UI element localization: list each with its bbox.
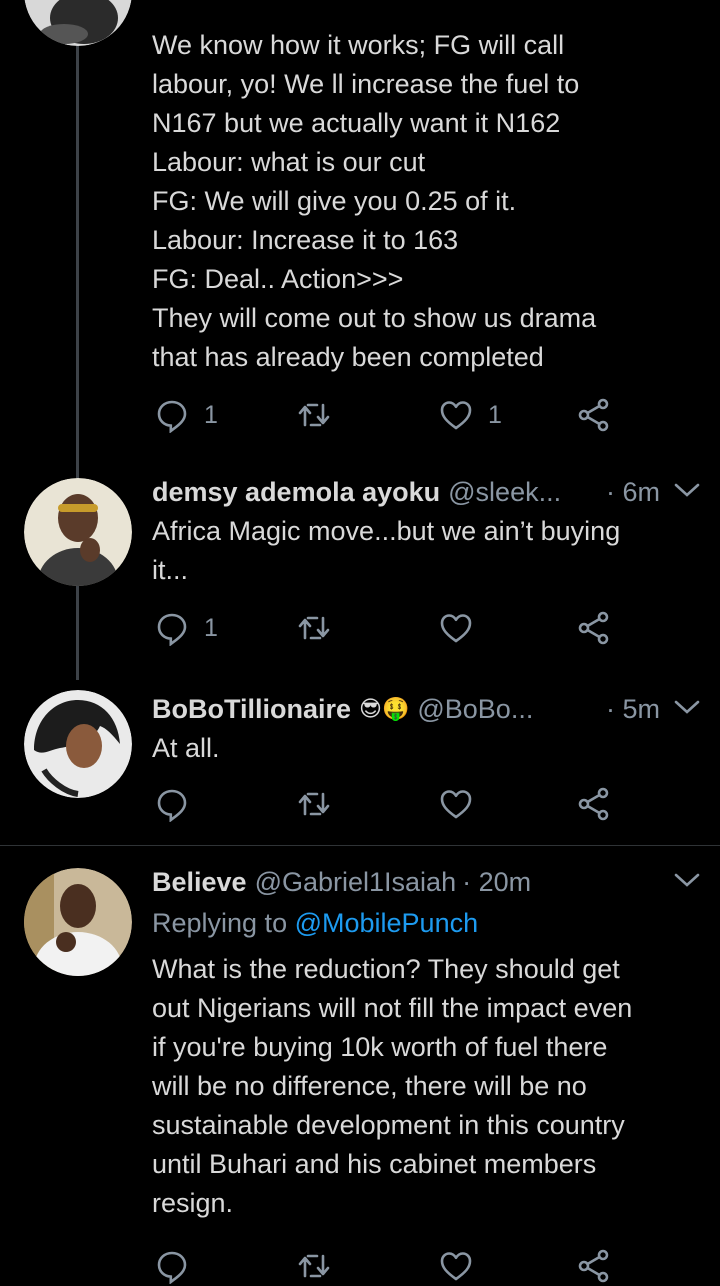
reply-icon [157,789,187,822]
reply-button[interactable]: 1 [154,608,218,648]
retweet-button[interactable] [296,395,332,435]
like-icon [440,401,472,430]
tweet-header: BoBoTillionaire 😎🤑 @BoBo... · 5m [152,689,700,729]
share-icon [578,398,609,432]
share-icon [578,787,609,821]
avatar[interactable] [24,868,132,976]
timestamp[interactable]: · 20m [462,867,531,898]
retweet-icon [298,792,330,816]
tweet-actions [152,1246,622,1286]
share-icon [578,611,609,645]
like-button[interactable] [438,608,474,648]
share-button[interactable] [576,608,612,648]
user-handle[interactable]: @Gabriel1Isaiah [255,867,457,898]
share-button[interactable] [576,784,612,824]
share-button[interactable] [576,395,612,435]
tweet-text: We know how it works; FG will call labou… [152,30,597,372]
reply-icon [157,400,187,433]
like-count: 1 [488,400,502,429]
replying-to: Replying to @MobilePunch [152,908,479,938]
tweet-header: demsy ademola ayoku @sleek... · 6m [152,472,700,512]
reply-button[interactable] [154,1246,190,1286]
display-name[interactable]: demsy ademola ayoku [152,477,440,508]
avatar[interactable] [24,0,132,46]
tweet-text: Africa Magic move...but we ain’t buying … [152,516,621,585]
retweet-button[interactable] [296,608,332,648]
avatar[interactable] [24,690,132,798]
tweet-actions [152,784,622,824]
reply-icon [157,1251,187,1284]
like-icon [440,1252,472,1281]
share-icon [578,1249,609,1283]
reply-count: 1 [204,400,218,429]
divider [0,845,720,846]
tweet-text: At all. [152,733,220,763]
tweet-header: Believe @Gabriel1Isaiah · 20m [152,862,700,902]
chevron-down-icon[interactable] [674,482,700,498]
like-button[interactable]: 1 [438,395,502,435]
like-icon [440,614,472,643]
tweet-actions: 1 1 [152,395,622,435]
reply-button[interactable] [154,784,190,824]
retweet-icon [298,1254,330,1278]
like-button[interactable] [438,784,474,824]
tweet-text: What is the reduction? They should get o… [152,954,633,1218]
like-icon [440,790,472,819]
reply-button[interactable]: 1 [154,395,218,435]
retweet-button[interactable] [296,784,332,824]
tweet-actions: 1 [152,608,622,648]
display-name[interactable]: BoBoTillionaire [152,694,351,725]
name-emoji: 😎🤑 [359,696,410,721]
display-name[interactable]: Believe [152,867,247,898]
user-handle[interactable]: @sleek... [448,477,561,508]
retweet-icon [298,403,330,427]
reply-icon [157,613,187,646]
share-button[interactable] [576,1246,612,1286]
like-button[interactable] [438,1246,474,1286]
reply-count: 1 [204,613,218,642]
chevron-down-icon[interactable] [674,872,700,888]
retweet-button[interactable] [296,1246,332,1286]
chevron-down-icon[interactable] [674,699,700,715]
user-handle[interactable]: @BoBo... [417,694,533,725]
avatar[interactable] [24,478,132,586]
retweet-icon [298,616,330,640]
mention-link[interactable]: @MobilePunch [295,908,479,938]
